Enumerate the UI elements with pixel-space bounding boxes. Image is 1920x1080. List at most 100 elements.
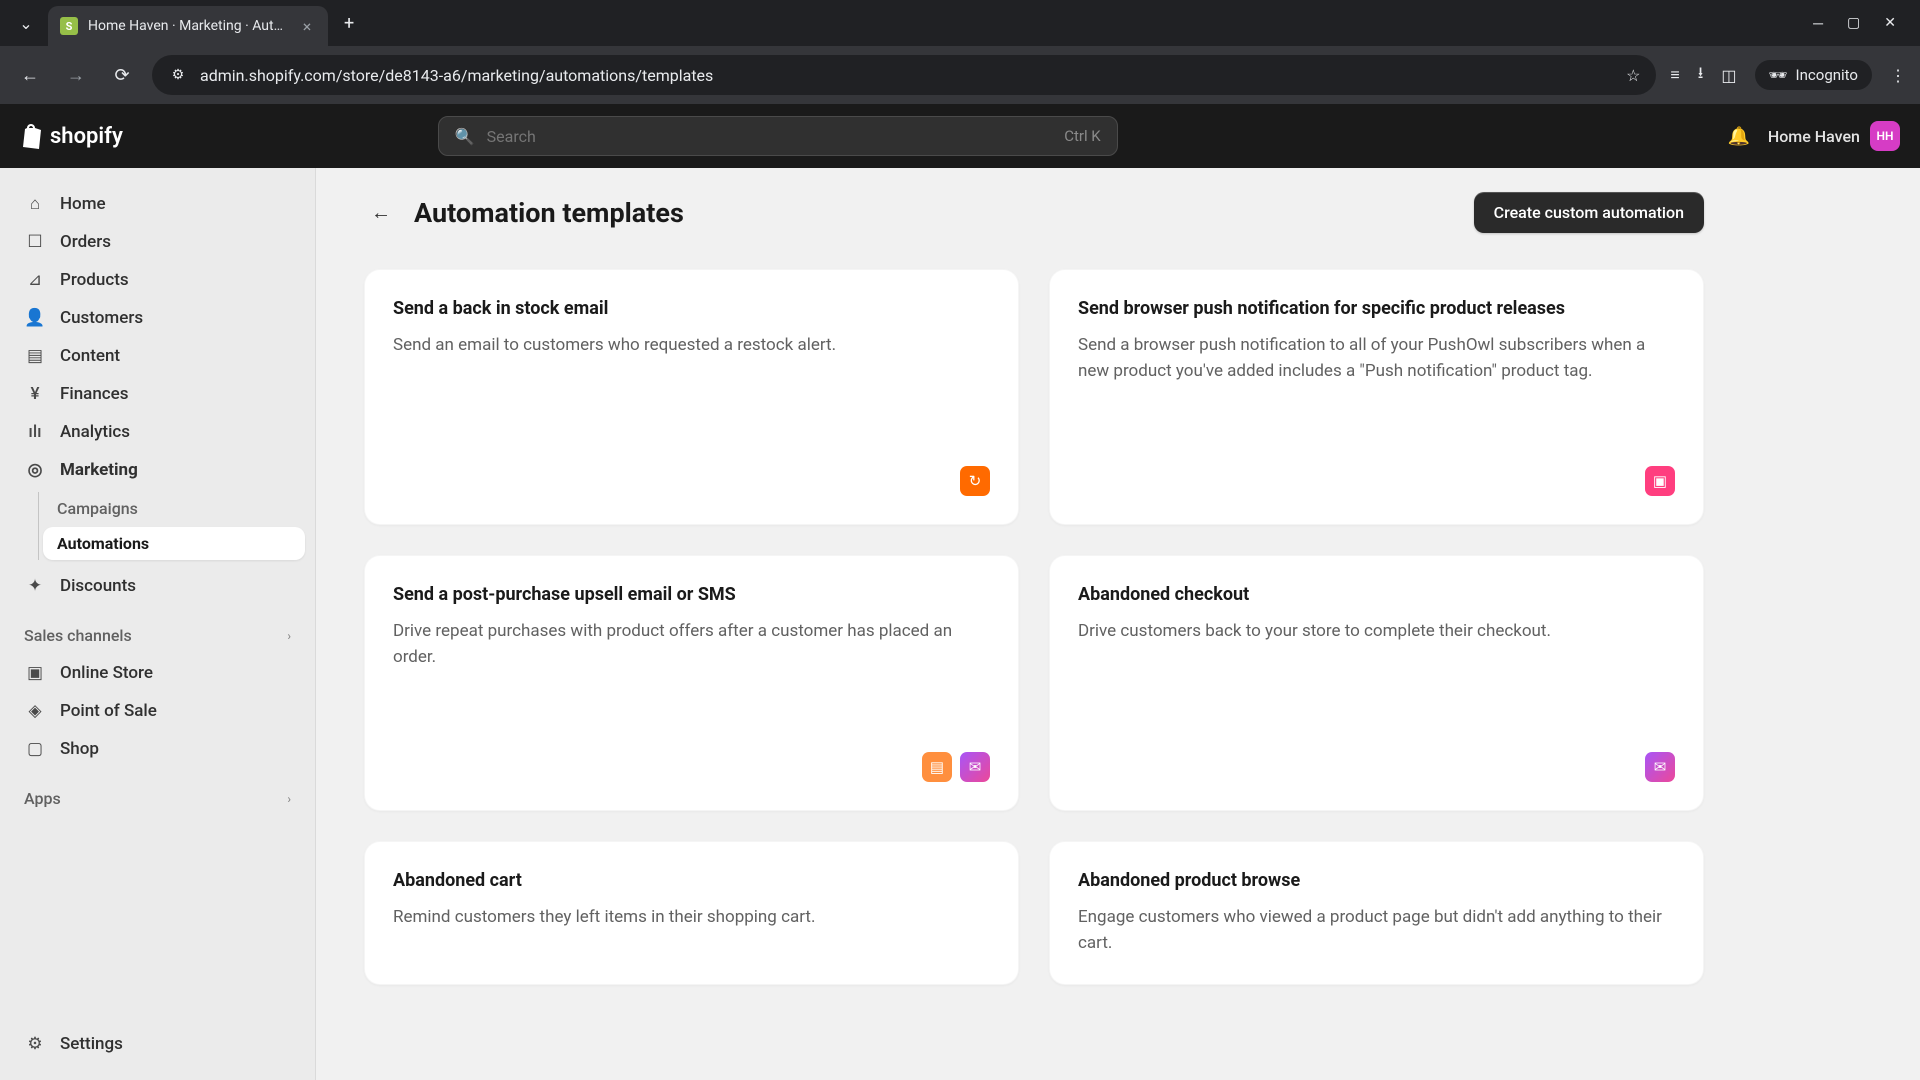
tab-title: Home Haven · Marketing · Aut…	[88, 18, 288, 34]
menu-icon[interactable]: ⋮	[1890, 66, 1906, 85]
sidebar-item-orders[interactable]: ☐ Orders	[10, 224, 305, 260]
shopify-topbar: shopify 🔍 Ctrl K 🔔 Home Haven HH	[0, 104, 1920, 168]
sidebar-item-marketing[interactable]: ◎ Marketing	[10, 452, 305, 488]
side-panel-icon[interactable]: ◫	[1721, 66, 1736, 85]
incognito-icon: 🕶	[1769, 66, 1788, 84]
extensions-icon[interactable]: ≡	[1670, 65, 1679, 85]
card-description: Drive repeat purchases with product offe…	[393, 619, 990, 670]
sidebar-item-label: Home	[60, 194, 106, 214]
shopify-logo[interactable]: shopify	[20, 123, 123, 149]
sidebar-item-home[interactable]: ⌂ Home	[10, 186, 305, 222]
sidebar-item-online-store[interactable]: ▣ Online Store	[10, 655, 305, 691]
sidebar-item-label: Finances	[60, 384, 129, 404]
home-icon: ⌂	[24, 194, 46, 214]
sidebar-item-label: Customers	[60, 308, 143, 328]
notifications-icon[interactable]: 🔔	[1727, 126, 1749, 147]
sidebar-item-analytics[interactable]: ılı Analytics	[10, 414, 305, 450]
sidebar-subitem-campaigns[interactable]: Campaigns	[43, 492, 305, 525]
sidebar-item-label: Orders	[60, 232, 111, 252]
arrow-left-icon: ←	[371, 200, 391, 225]
card-description: Engage customers who viewed a product pa…	[1078, 905, 1675, 956]
site-info-icon[interactable]: ⚙	[168, 65, 188, 85]
customers-icon: 👤	[24, 308, 46, 328]
orders-icon: ☐	[24, 232, 46, 252]
pos-icon: ◈	[24, 701, 46, 721]
main-content: ← Automation templates Create custom aut…	[316, 168, 1920, 1080]
minimize-icon[interactable]: ─	[1813, 15, 1823, 32]
header-actions: Create custom automation	[1474, 192, 1704, 233]
app-shell: ⌂ Home ☐ Orders ⊿ Products 👤 Customers ▤…	[0, 168, 1920, 1080]
incognito-badge[interactable]: 🕶 Incognito	[1755, 60, 1873, 90]
sidebar-item-settings[interactable]: ⚙ Settings	[10, 1026, 305, 1062]
sidebar-item-customers[interactable]: 👤 Customers	[10, 300, 305, 336]
template-card[interactable]: Abandoned cart Remind customers they lef…	[364, 841, 1019, 985]
page-title: Automation templates	[414, 197, 684, 229]
sidebar-item-label: Online Store	[60, 663, 153, 683]
sidebar-subitem-automations[interactable]: Automations	[43, 527, 305, 560]
section-label: Sales channels	[24, 626, 132, 645]
sidebar-item-content[interactable]: ▤ Content	[10, 338, 305, 374]
analytics-icon: ılı	[24, 422, 46, 442]
template-card[interactable]: Send a post-purchase upsell email or SMS…	[364, 555, 1019, 811]
create-automation-button[interactable]: Create custom automation	[1474, 192, 1704, 233]
toolbar-icons: ≡ ⭳ ◫ 🕶 Incognito ⋮	[1670, 60, 1906, 90]
reload-icon[interactable]: ⟳	[106, 65, 138, 86]
sidebar-item-label: Discounts	[60, 576, 136, 596]
apps-header[interactable]: Apps ›	[10, 769, 305, 816]
back-button[interactable]: ←	[364, 196, 398, 230]
shopify-bag-icon	[20, 123, 44, 149]
url-text: admin.shopify.com/store/de8143-a6/market…	[200, 66, 1614, 85]
back-in-stock-app-icon: ↻	[960, 466, 990, 496]
sidebar-item-discounts[interactable]: ✦ Discounts	[10, 568, 305, 604]
template-card[interactable]: Abandoned checkout Drive customers back …	[1049, 555, 1704, 811]
tab-search-button[interactable]: ⌄	[8, 5, 44, 41]
card-description: Send a browser push notification to all …	[1078, 333, 1675, 384]
search-field[interactable]	[487, 127, 1053, 146]
sidebar-item-finances[interactable]: ¥ Finances	[10, 376, 305, 412]
card-title: Abandoned product browse	[1078, 870, 1675, 891]
card-app-icons: ▤ ✉	[393, 752, 990, 782]
search-input[interactable]: 🔍 Ctrl K	[438, 116, 1118, 156]
card-title: Abandoned cart	[393, 870, 990, 891]
products-icon: ⊿	[24, 270, 46, 290]
template-card[interactable]: Abandoned product browse Engage customer…	[1049, 841, 1704, 985]
card-app-icons: ▣	[1078, 466, 1675, 496]
sidebar-item-label: Analytics	[60, 422, 130, 442]
sidebar-footer: ⚙ Settings	[10, 1026, 305, 1062]
card-description: Remind customers they left items in thei…	[393, 905, 990, 931]
browser-tab[interactable]: S Home Haven · Marketing · Aut… ×	[48, 6, 328, 46]
url-field[interactable]: ⚙ admin.shopify.com/store/de8143-a6/mark…	[152, 55, 1656, 95]
maximize-icon[interactable]: ▢	[1847, 15, 1860, 32]
store-switcher[interactable]: Home Haven HH	[1768, 121, 1900, 151]
page-header: ← Automation templates Create custom aut…	[364, 192, 1704, 233]
downloads-icon[interactable]: ⭳	[1698, 62, 1704, 89]
template-card[interactable]: Send browser push notification for speci…	[1049, 269, 1704, 525]
forward-icon[interactable]: →	[60, 65, 92, 86]
marketing-submenu: Campaigns Automations	[38, 492, 305, 560]
bookmark-icon[interactable]: ☆	[1626, 66, 1640, 85]
new-tab-button[interactable]: +	[332, 7, 366, 40]
card-title: Send a back in stock email	[393, 298, 990, 319]
sidebar-item-label: Marketing	[60, 460, 138, 480]
template-grid: Send a back in stock email Send an email…	[364, 269, 1704, 985]
sidebar-item-products[interactable]: ⊿ Products	[10, 262, 305, 298]
back-icon[interactable]: ←	[14, 65, 46, 86]
browser-chrome: ⌄ S Home Haven · Marketing · Aut… × + ─ …	[0, 0, 1920, 104]
template-card[interactable]: Send a back in stock email Send an email…	[364, 269, 1019, 525]
shopify-wordmark: shopify	[50, 124, 123, 149]
sms-app-icon: ▤	[922, 752, 952, 782]
section-label: Apps	[24, 789, 61, 808]
close-icon[interactable]: ×	[298, 17, 316, 36]
sidebar-item-shop[interactable]: ▢ Shop	[10, 731, 305, 767]
sidebar-item-label: Shop	[60, 739, 99, 759]
shopify-favicon-icon: S	[60, 17, 78, 35]
close-window-icon[interactable]: ✕	[1884, 15, 1896, 32]
topbar-right: 🔔 Home Haven HH	[1727, 121, 1900, 151]
finances-icon: ¥	[24, 384, 46, 404]
tab-bar: ⌄ S Home Haven · Marketing · Aut… × + ─ …	[0, 0, 1920, 46]
sidebar-item-label: Content	[60, 346, 120, 366]
sidebar-item-label: Point of Sale	[60, 701, 157, 721]
card-title: Send a post-purchase upsell email or SMS	[393, 584, 990, 605]
sales-channels-header[interactable]: Sales channels ›	[10, 606, 305, 653]
sidebar-item-pos[interactable]: ◈ Point of Sale	[10, 693, 305, 729]
